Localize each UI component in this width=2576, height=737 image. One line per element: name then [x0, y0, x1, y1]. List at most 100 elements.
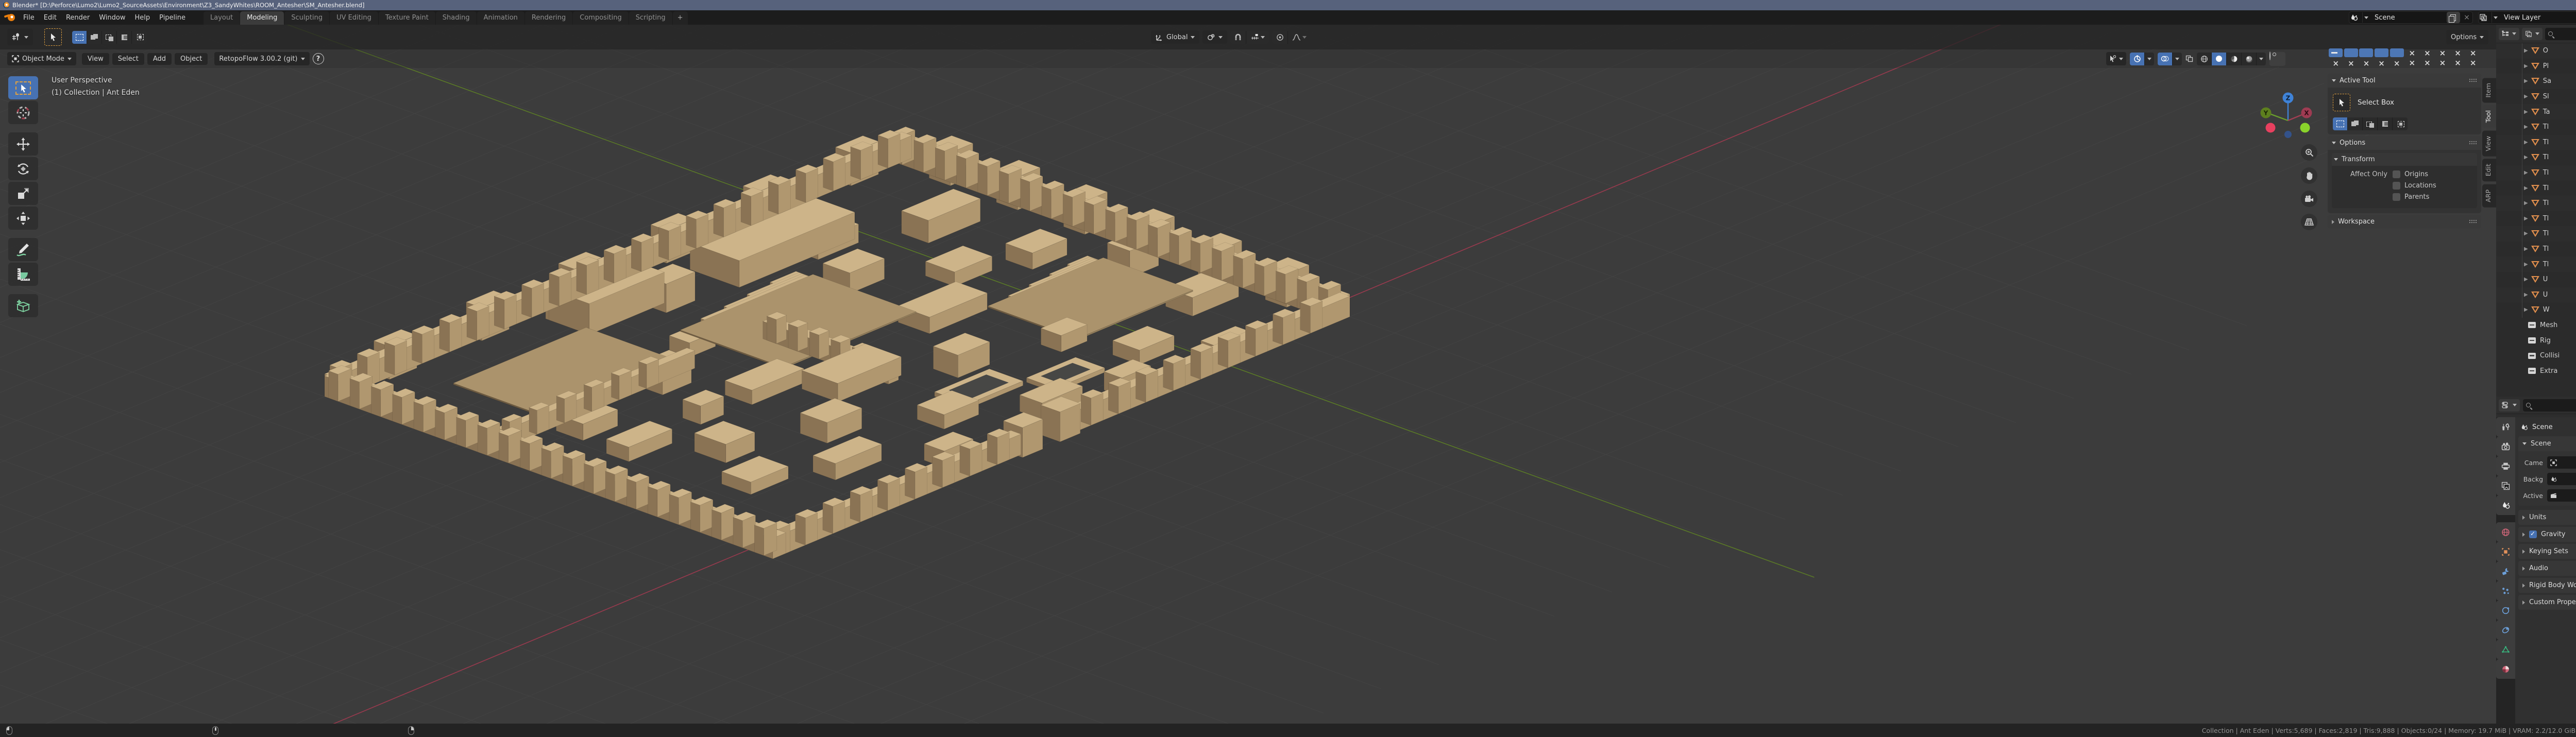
shading-material[interactable] [2227, 53, 2242, 65]
toggle-column[interactable]: ×× [2420, 48, 2435, 68]
workspace-tab-shading[interactable]: Shading [436, 11, 477, 25]
transform-orientation-dropdown[interactable]: Global [1151, 30, 1199, 44]
toggle-column[interactable]: ×× [2435, 48, 2450, 68]
add-workspace-button[interactable]: + [673, 11, 688, 25]
show-gizmo-toggle[interactable] [2130, 53, 2145, 65]
tool-move[interactable] [8, 132, 38, 156]
options-dropdown[interactable]: Options [2446, 30, 2488, 44]
workspace-tab-compositing[interactable]: Compositing [573, 11, 629, 25]
visibility-eye-dropdown[interactable] [2269, 52, 2285, 66]
toggle-column[interactable]: × [2344, 48, 2359, 68]
outliner-object-row[interactable]: ▶Tl [2496, 119, 2576, 135]
blender-logo-icon[interactable] [4, 13, 15, 22]
viewport-3d[interactable]: Global [0, 25, 2496, 724]
outliner-object-row[interactable]: ▶Pl [2496, 59, 2576, 74]
collection-bar[interactable] [2390, 48, 2404, 57]
select-mode-extend[interactable] [87, 31, 102, 44]
show-overlays-toggle[interactable] [2158, 53, 2173, 65]
exclude-toggle[interactable]: × [2470, 58, 2477, 68]
workspace-tab-modeling[interactable]: Modeling [240, 11, 284, 25]
exclude-toggle[interactable]: × [2409, 58, 2415, 68]
exclude-toggle[interactable]: × [2454, 48, 2461, 58]
sidebar-tab-edit[interactable]: Edit [2482, 159, 2496, 181]
select-mode-invert[interactable] [117, 31, 132, 44]
scene-name[interactable]: Scene [2369, 14, 2447, 22]
select-mode-subtract[interactable] [102, 31, 117, 44]
background-scene-field[interactable] [2547, 473, 2576, 485]
exclude-toggle[interactable]: × [2348, 59, 2354, 68]
expand-caret-icon[interactable]: ▶ [2524, 200, 2528, 206]
toggle-column[interactable]: ×× [2465, 48, 2481, 68]
toggle-column[interactable]: × [2328, 48, 2344, 68]
expand-caret-icon[interactable]: ▶ [2524, 262, 2528, 267]
exclude-toggle[interactable]: × [2424, 58, 2431, 68]
affect-parents-checkbox[interactable] [2393, 193, 2400, 201]
exclude-toggle[interactable]: × [2409, 48, 2415, 58]
panel-grip-icon[interactable] [2469, 78, 2477, 83]
toggle-column[interactable]: × [2374, 48, 2389, 68]
properties-editor-type-dropdown[interactable] [2499, 399, 2520, 412]
snap-target-dropdown[interactable] [1246, 31, 1269, 44]
shading-dropdown[interactable] [2257, 53, 2266, 65]
retopoflow-help-button[interactable]: ? [313, 53, 324, 64]
mode-dropdown[interactable]: Object Mode [7, 52, 76, 65]
viewport-menu-object[interactable]: Object [175, 53, 208, 65]
outliner-object-row[interactable]: ▶Ta [2496, 104, 2576, 119]
collection-bar[interactable] [2329, 48, 2343, 57]
panel-units[interactable]: Units [2518, 510, 2576, 525]
active-clip-field[interactable] [2547, 489, 2576, 502]
panel-custom-propert[interactable]: Custom Propert [2518, 595, 2576, 610]
sidebar-mode-extend[interactable] [2348, 117, 2363, 130]
tool-add-cube[interactable] [8, 294, 38, 317]
expand-caret-icon[interactable]: ▶ [2524, 63, 2528, 69]
outliner-object-row[interactable]: ▶Tl [2496, 256, 2576, 272]
outliner-toggle-grid[interactable]: ××××××××××××××× [2328, 48, 2481, 68]
toggle-column[interactable]: ×× [2404, 48, 2420, 68]
outliner-collection-row[interactable]: Rig [2496, 333, 2576, 348]
sidebar-mode-invert[interactable] [2378, 117, 2393, 130]
overlays-dropdown[interactable] [2173, 53, 2182, 65]
expand-caret-icon[interactable]: ▶ [2524, 78, 2528, 84]
collection-bar[interactable] [2375, 48, 2388, 57]
navigation-gizmo[interactable]: Z Y X [2259, 87, 2318, 138]
sidebar-tab-view[interactable]: View [2482, 131, 2496, 157]
workspace-tab-layout[interactable]: Layout [204, 11, 240, 25]
workspace-tab-rendering[interactable]: Rendering [525, 11, 572, 25]
tool-select-box[interactable] [8, 76, 38, 99]
exclude-toggle[interactable]: × [2424, 48, 2431, 58]
outliner-collection-row[interactable]: Extra [2496, 363, 2576, 379]
menu-file[interactable]: File [19, 12, 39, 24]
expand-caret-icon[interactable]: ▶ [2524, 277, 2528, 282]
tab-view-layer-icon[interactable] [2496, 476, 2515, 495]
exclude-toggle[interactable]: × [2394, 59, 2400, 68]
outliner-object-row[interactable]: ▶Tl [2496, 196, 2576, 211]
sidebar-mode-set[interactable] [2333, 117, 2348, 130]
editor-type-button[interactable] [7, 29, 33, 45]
outliner-object-row[interactable]: ▶Tl [2496, 242, 2576, 257]
tool-transform[interactable] [8, 207, 38, 230]
workspace-tab-sculpting[interactable]: Sculpting [284, 11, 329, 25]
workspace-tab-texture-paint[interactable]: Texture Paint [379, 11, 435, 25]
exclude-toggle[interactable]: × [2378, 59, 2385, 68]
panel-rigid-body-worl[interactable]: Rigid Body Worl [2518, 578, 2576, 593]
new-scene-button[interactable] [2447, 12, 2460, 23]
workspace-tab-animation[interactable]: Animation [477, 11, 524, 25]
expand-caret-icon[interactable]: ▶ [2524, 185, 2528, 191]
outliner-search-input[interactable] [2545, 28, 2576, 40]
select-mode-set[interactable] [72, 31, 87, 44]
workspace-tab-uv-editing[interactable]: UV Editing [330, 11, 378, 25]
outliner-collection-row[interactable]: Collisi [2496, 348, 2576, 364]
sidebar-mode-subtract[interactable] [2363, 117, 2378, 130]
camera-view-button[interactable] [2301, 191, 2317, 207]
exclude-toggle[interactable]: × [2439, 58, 2446, 68]
tab-object-icon[interactable] [2496, 542, 2515, 561]
outliner-object-row[interactable]: ▶Tl [2496, 135, 2576, 150]
expand-caret-icon[interactable]: ▶ [2524, 292, 2528, 298]
select-mode-intersect[interactable] [132, 31, 147, 44]
scene-panel-header[interactable]: Scene [2518, 436, 2576, 451]
tab-particles-icon[interactable] [2496, 581, 2515, 601]
outliner-object-row[interactable]: ▶Tl [2496, 226, 2576, 242]
properties-search-input[interactable] [2523, 399, 2576, 412]
camera-field[interactable] [2547, 456, 2576, 469]
sidebar-tab-item[interactable]: Item [2482, 78, 2496, 102]
